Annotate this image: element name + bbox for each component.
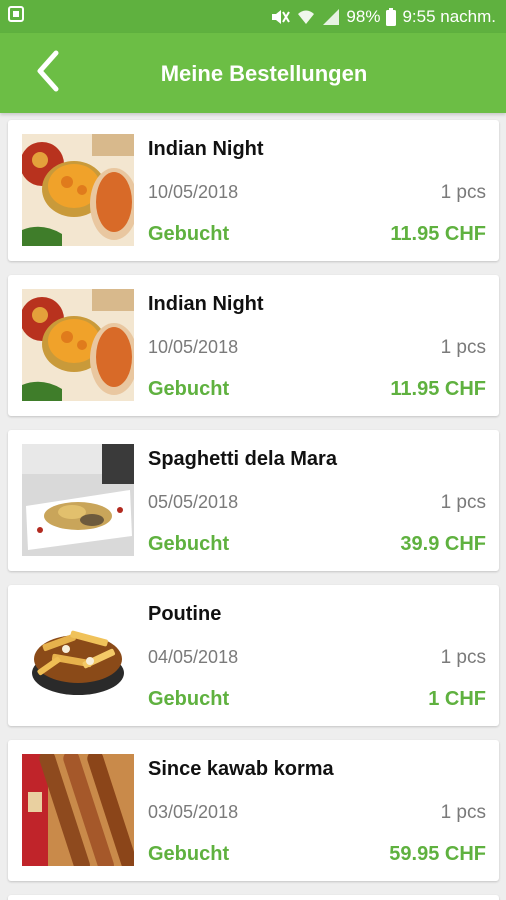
order-date: 03/05/2018 [148, 802, 239, 822]
order-date: 10/05/2018 [148, 182, 239, 202]
order-name: Since kawab korma [148, 758, 334, 780]
order-price: 39.9 CHF [400, 533, 486, 555]
order-status: Gebucht [148, 533, 230, 555]
wifi-icon [296, 8, 316, 26]
status-bar: 98% 9:55 nachm. [0, 0, 506, 33]
order-status: Gebucht [148, 223, 230, 245]
order-name: Indian Night [148, 138, 264, 160]
order-card[interactable]: Since kawab korma 03/05/2018 1 pcs Gebuc… [8, 740, 499, 881]
order-quantity: 1 pcs [440, 182, 486, 203]
mute-icon [270, 8, 291, 26]
order-name: Indian Night [148, 293, 264, 315]
order-date: 04/05/2018 [148, 647, 239, 667]
order-status: Gebucht [148, 843, 230, 865]
battery-icon [386, 7, 397, 26]
spaghetti-image [22, 444, 134, 556]
order-quantity: 1 pcs [440, 337, 486, 358]
signal-icon [322, 8, 340, 26]
order-date: 10/05/2018 [148, 337, 239, 357]
order-quantity: 1 pcs [440, 802, 486, 823]
order-card[interactable]: Poutine 04/05/2018 1 pcs Gebucht 1 CHF [8, 585, 499, 726]
indian-food-image [22, 289, 134, 401]
clock: 9:55 nachm. [402, 6, 496, 26]
order-card-partial[interactable] [8, 895, 499, 900]
order-card[interactable]: Indian Night 10/05/2018 1 pcs Gebucht 11… [8, 275, 499, 416]
kebab-image [22, 754, 134, 866]
app-bar: Meine Bestellungen [0, 33, 506, 113]
order-status: Gebucht [148, 688, 230, 710]
order-price: 11.95 CHF [390, 223, 486, 245]
order-status: Gebucht [148, 378, 230, 400]
battery-percent: 98% [346, 6, 381, 26]
indian-food-image [22, 134, 134, 246]
order-quantity: 1 pcs [440, 492, 486, 513]
order-name: Spaghetti dela Mara [148, 448, 337, 470]
order-quantity: 1 pcs [440, 647, 486, 668]
poutine-image [22, 599, 134, 711]
order-price: 59.95 CHF [389, 843, 486, 865]
order-card[interactable]: Indian Night 10/05/2018 1 pcs Gebucht 11… [8, 120, 499, 261]
app-notification-icon [8, 5, 26, 28]
order-price: 11.95 CHF [390, 378, 486, 400]
order-name: Poutine [148, 603, 222, 625]
order-price: 1 CHF [428, 688, 486, 710]
order-date: 05/05/2018 [148, 492, 239, 512]
order-card[interactable]: Spaghetti dela Mara 05/05/2018 1 pcs Geb… [8, 430, 499, 571]
page-title: Meine Bestellungen [160, 61, 368, 86]
